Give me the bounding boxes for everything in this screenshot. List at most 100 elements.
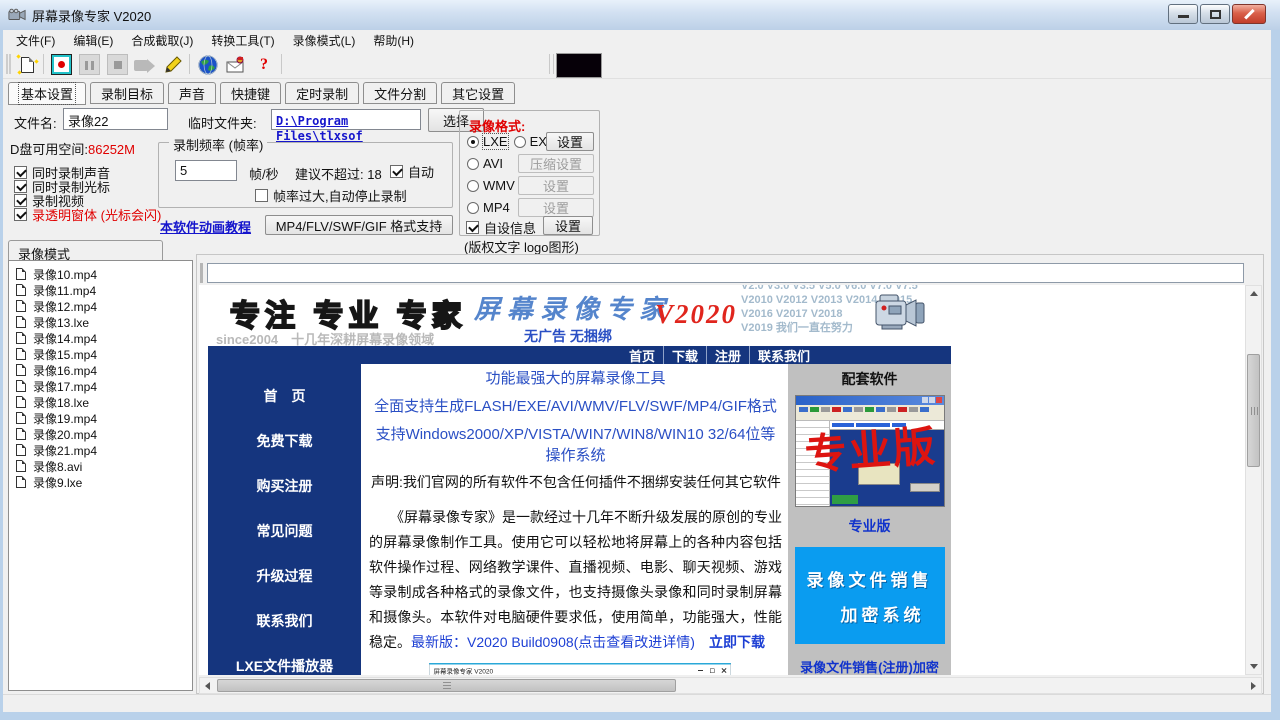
file-item[interactable]: 录像12.mp4 (9, 298, 192, 314)
register-icon[interactable] (224, 53, 248, 76)
tab-other-settings[interactable]: 其它设置 (441, 82, 515, 104)
help-icon[interactable]: ? (252, 53, 276, 76)
menu-capture[interactable]: 合成截取(J) (122, 29, 202, 52)
format-support-button[interactable]: MP4/FLV/SWF/GIF 格式支持 (265, 215, 453, 235)
menu-lxe-player[interactable]: LXE文件播放器 (208, 656, 361, 675)
file-item[interactable]: 录像8.avi (9, 458, 192, 474)
framerate-overflow-checkbox[interactable]: 帧率过大,自动停止录制 (255, 186, 407, 205)
pro-version-link[interactable]: 专业版 (788, 516, 951, 536)
checkbox-icon (14, 208, 27, 221)
latest-version-link[interactable]: 最新版：V2020 Build0908(点击查看改进详情) (411, 634, 695, 650)
maximize-button[interactable] (1200, 4, 1230, 24)
menu-help[interactable]: 帮助(H) (364, 29, 423, 52)
file-icon (16, 428, 26, 440)
sales-encryption-banner[interactable]: 录像文件销售 加密系统 (795, 547, 945, 644)
download-now-link[interactable]: 立即下载 (709, 634, 765, 650)
framerate-hint: 建议不超过: 18 (295, 164, 382, 183)
sales-registration-link[interactable]: 录像文件销售(注册)加密 (788, 657, 951, 675)
site-sidebar-menu: 首 页 免费下载 购买注册 常见问题 升级过程 联系我们 LXE文件播放器 (208, 364, 361, 675)
record-icon[interactable] (49, 53, 73, 76)
file-icon (16, 476, 26, 488)
pen-tool-icon[interactable] (161, 53, 185, 76)
title-bar: 屏幕录像专家 V2020 (0, 0, 1280, 30)
file-item[interactable]: 录像16.mp4 (9, 362, 192, 378)
tab-sound[interactable]: 声音 (168, 82, 216, 104)
vertical-scroll-thumb[interactable] (1247, 354, 1260, 467)
tab-record-target[interactable]: 录制目标 (90, 82, 164, 104)
file-item[interactable]: 录像11.mp4 (9, 282, 192, 298)
menu-purchase[interactable]: 购买注册 (208, 476, 361, 496)
custom-info-settings-button[interactable]: 设置 (543, 216, 593, 235)
menu-edit[interactable]: 编辑(E) (64, 29, 122, 52)
temp-folder-label: 临时文件夹: (188, 113, 257, 132)
radio-mp4[interactable]: MP4 (467, 200, 510, 215)
vertical-scrollbar[interactable] (1245, 285, 1262, 675)
record-mode-tab[interactable]: 录像模式 (8, 240, 163, 261)
content-headline-1: 功能最强大的屏幕录像工具 (369, 367, 782, 388)
file-item[interactable]: 录像15.mp4 (9, 346, 192, 362)
minimize-button[interactable] (1168, 4, 1198, 24)
radio-wmv[interactable]: WMV (467, 178, 515, 193)
menu-home[interactable]: 首 页 (208, 386, 361, 406)
address-bar[interactable] (207, 263, 1244, 283)
new-file-icon[interactable] (15, 53, 39, 76)
scroll-left-button[interactable] (200, 678, 215, 693)
horizontal-scrollbar[interactable] (199, 677, 1262, 694)
filename-input[interactable]: 录像22 (63, 108, 168, 130)
checkbox-icon (466, 221, 479, 234)
file-item[interactable]: 录像17.mp4 (9, 378, 192, 394)
menu-convert-tools[interactable]: 转换工具(T) (202, 29, 283, 52)
menu-file[interactable]: 文件(F) (7, 29, 64, 52)
tab-basic-settings[interactable]: 基本设置 (8, 82, 86, 105)
pro-version-screenshot[interactable]: 专业版 (795, 395, 945, 507)
camera-icon (133, 53, 157, 76)
menu-contact[interactable]: 联系我们 (208, 611, 361, 631)
file-item[interactable]: 录像9.lxe (9, 474, 192, 490)
scroll-up-button[interactable] (1246, 286, 1261, 301)
content-headline-3: 支持Windows2000/XP/VISTA/WIN7/WIN8/WIN10 3… (369, 423, 782, 465)
window-title: 屏幕录像专家 V2020 (32, 6, 151, 25)
tab-scheduled-record[interactable]: 定时录制 (285, 82, 359, 104)
site-brand: 屏幕录像专家 (474, 289, 672, 326)
address-bar-grip (200, 263, 206, 283)
file-item[interactable]: 录像20.mp4 (9, 426, 192, 442)
scroll-down-button[interactable] (1246, 659, 1261, 674)
nav-register[interactable]: 注册 (706, 346, 749, 365)
menu-faq[interactable]: 常见问题 (208, 521, 361, 541)
nav-home[interactable]: 首页 (621, 346, 663, 365)
auto-framerate-checkbox[interactable]: 自动 (390, 162, 434, 181)
menu-upgrade[interactable]: 升级过程 (208, 566, 361, 586)
avi-compress-settings-button: 压缩设置 (518, 154, 594, 173)
menu-free-download[interactable]: 免费下载 (208, 431, 361, 451)
file-item[interactable]: 录像10.mp4 (9, 266, 192, 282)
file-item[interactable]: 录像13.lxe (9, 314, 192, 330)
site-noad: 无广告 无捆绑 (524, 326, 612, 346)
menu-record-mode[interactable]: 录像模式(L) (284, 29, 365, 52)
tutorial-link[interactable]: 本软件动画教程 (160, 217, 251, 236)
file-item[interactable]: 录像19.mp4 (9, 410, 192, 426)
nav-download[interactable]: 下载 (663, 346, 706, 365)
close-button[interactable] (1232, 4, 1266, 24)
file-item[interactable]: 录像18.lxe (9, 394, 192, 410)
disk-space-value: 86252M (88, 142, 135, 157)
tab-hotkeys[interactable]: 快捷键 (220, 82, 281, 104)
horizontal-scroll-thumb[interactable] (217, 679, 676, 692)
framerate-group-title: 录制频率 (帧率) (169, 135, 267, 154)
file-icon (16, 268, 26, 280)
radio-avi[interactable]: AVI (467, 156, 503, 171)
globe-icon[interactable] (196, 53, 220, 76)
menu-bar: 文件(F) 编辑(E) 合成截取(J) 转换工具(T) 录像模式(L) 帮助(H… (3, 30, 1271, 50)
file-item[interactable]: 录像21.mp4 (9, 442, 192, 458)
mini-title: 屏幕录像专家 V2020 (434, 666, 494, 675)
custom-info-checkbox[interactable]: 自设信息 (466, 218, 536, 237)
framerate-input[interactable]: 5 (175, 160, 237, 181)
transparent-window-checkbox[interactable]: 录透明窗体 (光标会闪) (14, 205, 161, 224)
nav-contact[interactable]: 联系我们 (749, 346, 818, 365)
radio-lxe[interactable]: LXE (467, 134, 508, 149)
file-item[interactable]: 录像14.mp4 (9, 330, 192, 346)
tab-file-split[interactable]: 文件分割 (363, 82, 437, 104)
temp-folder-value[interactable]: D:\Program Files\tlxsof (271, 109, 421, 130)
framerate-unit: 帧/秒 (249, 164, 279, 183)
scroll-right-button[interactable] (1246, 678, 1261, 693)
exe-settings-button[interactable]: 设置 (546, 132, 594, 151)
